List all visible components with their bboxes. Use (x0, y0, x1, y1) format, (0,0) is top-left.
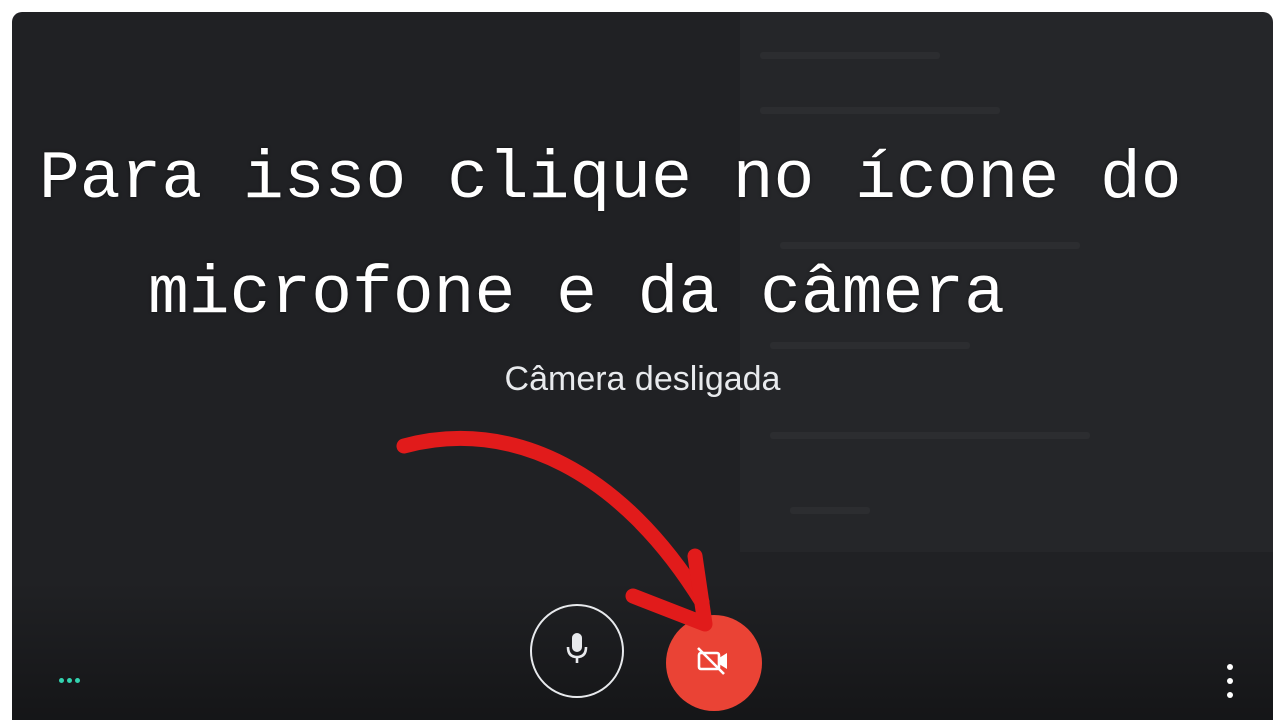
overlay-caption-line-1: Para isso clique no ícone do (39, 141, 1182, 218)
microphone-icon (564, 632, 590, 671)
video-camera-off-icon (694, 646, 734, 681)
microphone-button[interactable] (530, 604, 624, 698)
horizontal-dots-icon[interactable] (59, 678, 80, 683)
camera-toggle-button[interactable] (666, 615, 762, 711)
camera-status-text: Câmera desligada (504, 360, 781, 398)
vertical-dots-icon[interactable] (1223, 664, 1237, 698)
controls-gradient (12, 580, 1273, 720)
overlay-caption-line-2: microfone e da câmera (148, 256, 1005, 333)
camera-preview: Para isso clique no ícone do microfone e… (12, 12, 1273, 720)
